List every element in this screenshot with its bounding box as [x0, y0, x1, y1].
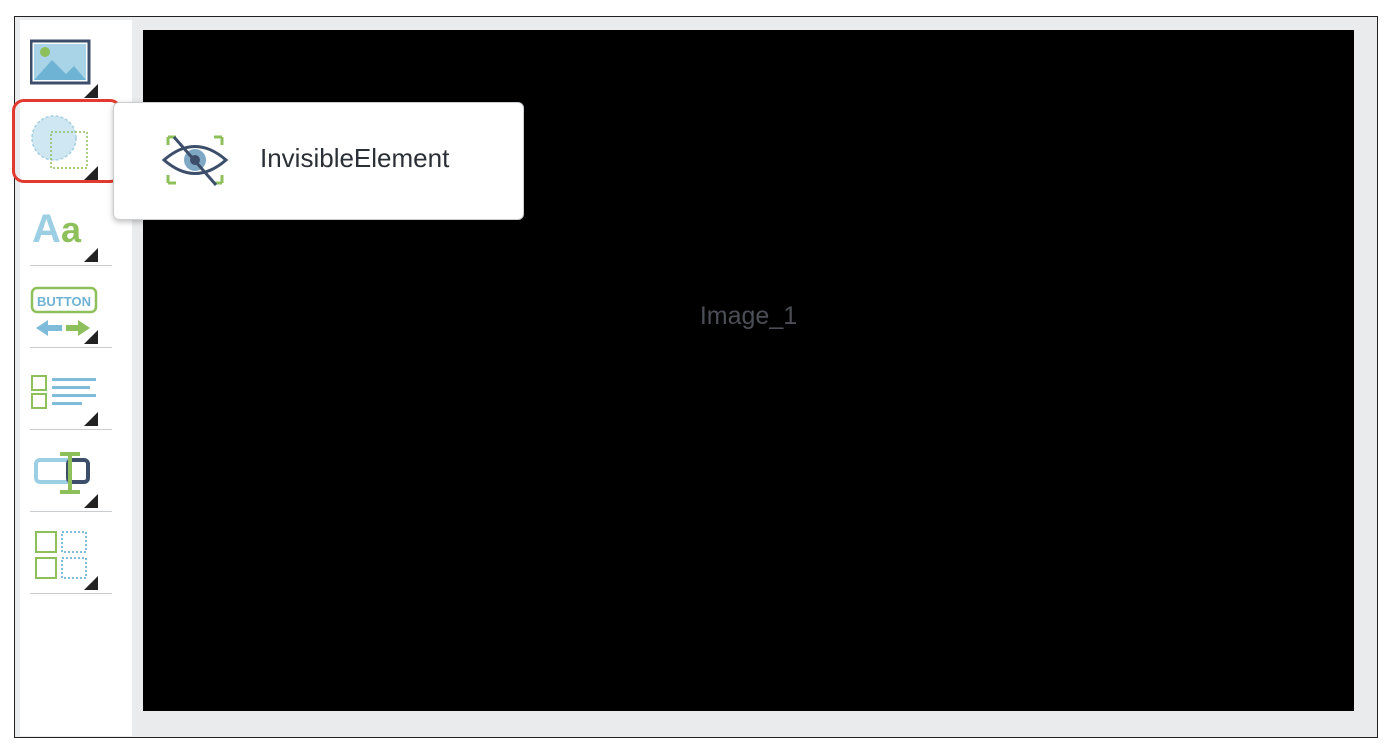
- input-tool[interactable]: [30, 430, 112, 512]
- list-icon: [31, 375, 96, 409]
- canvas-element-label: Image_1: [699, 302, 798, 330]
- grid-tool[interactable]: [30, 512, 112, 594]
- svg-text:BUTTON: BUTTON: [37, 294, 91, 309]
- list-tool[interactable]: [30, 348, 112, 430]
- text-icon: A a: [32, 207, 82, 251]
- text-input-icon: [34, 452, 90, 494]
- tool-separator: [30, 593, 112, 594]
- popup-item-label: InvisibleElement: [260, 143, 450, 173]
- tool-corner-arrow: [84, 248, 98, 262]
- tool-corner-arrow: [84, 84, 98, 98]
- button-icon: BUTTON: [30, 286, 98, 336]
- image-tool[interactable]: [30, 20, 112, 102]
- popup-item-invisible-element[interactable]: InvisibleElement: [114, 103, 523, 219]
- tool-corner-arrow: [84, 576, 98, 590]
- tool-popup-menu: InvisibleElement: [113, 102, 524, 220]
- grid-icon: [35, 531, 87, 579]
- svg-text:a: a: [61, 209, 82, 250]
- tool-corner-arrow: [84, 494, 98, 508]
- image-icon: [30, 39, 91, 85]
- eye-slash-icon: [161, 135, 229, 186]
- tool-highlight-box: [12, 99, 122, 183]
- tool-corner-arrow: [84, 412, 98, 426]
- tool-corner-arrow: [84, 330, 98, 344]
- svg-text:A: A: [32, 207, 61, 251]
- text-tool[interactable]: A a: [30, 184, 112, 266]
- button-tool[interactable]: BUTTON: [30, 266, 112, 348]
